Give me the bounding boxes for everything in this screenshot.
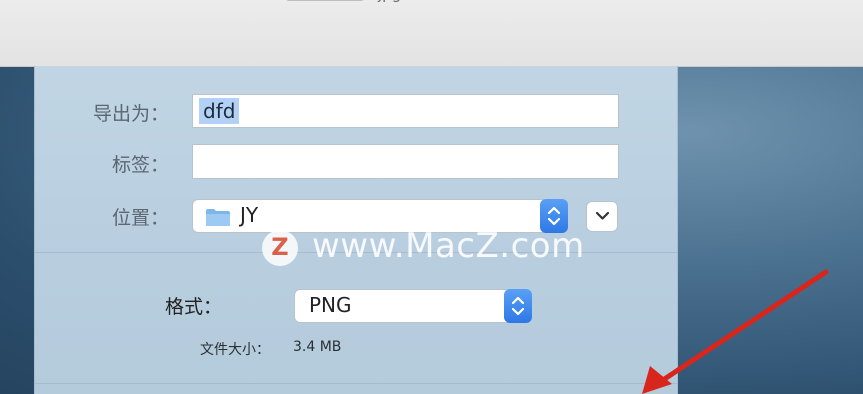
up-down-chevron-icon (511, 296, 525, 316)
folder-icon (206, 209, 230, 226)
location-value: JY (240, 203, 259, 227)
format-stepper[interactable] (504, 289, 532, 323)
window-title: jpg (286, 0, 416, 7)
expand-location-button[interactable] (586, 201, 618, 232)
chevron-down-icon (595, 211, 610, 220)
up-down-chevron-icon (547, 206, 561, 226)
export-as-value[interactable]: dfd (199, 98, 240, 124)
watermark-logo: Z (262, 230, 298, 266)
watermark-logo-letter: Z (271, 233, 289, 261)
export-as-label: 导出为： (92, 103, 169, 125)
title-blurred-name (286, 0, 364, 1)
format-label: 格式： (165, 296, 223, 318)
file-size-value: 3.4 MB (293, 339, 342, 355)
export-as-field[interactable]: dfd (192, 94, 619, 128)
title-extension: jpg (378, 0, 401, 3)
watermark-text: www.MacZ.com (312, 226, 585, 266)
annotation-arrow-icon (642, 269, 829, 394)
format-popup[interactable]: PNG (294, 289, 532, 323)
file-size-label: 文件大小： (200, 342, 270, 358)
tags-field[interactable] (192, 144, 619, 179)
window-titlebar: jpg (0, 0, 863, 67)
section-divider-bottom (35, 383, 677, 384)
tags-label: 标签： (111, 154, 169, 176)
format-value: PNG (309, 293, 352, 317)
location-label: 位置： (111, 207, 169, 229)
